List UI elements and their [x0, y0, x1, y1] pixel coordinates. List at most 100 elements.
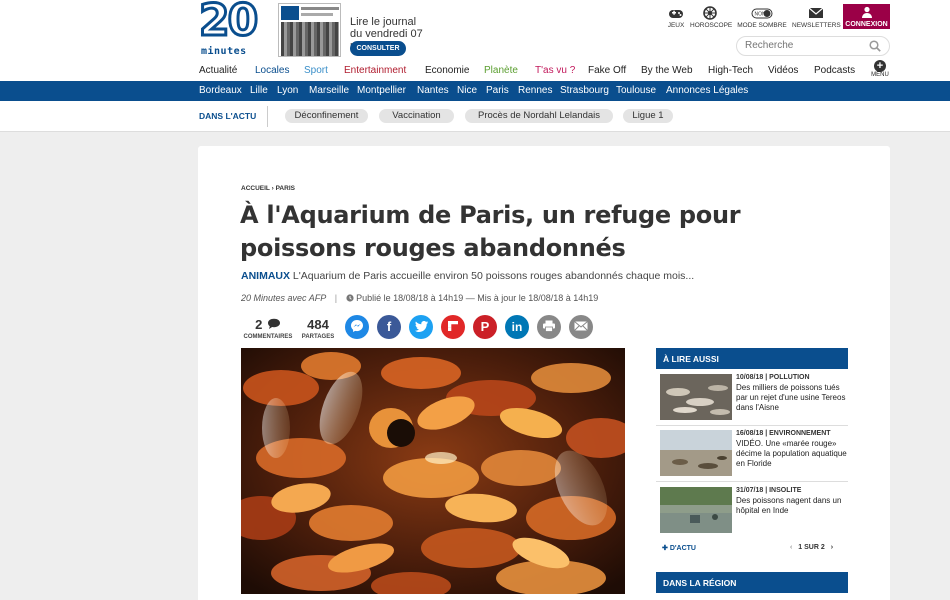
games-label: JEUX: [667, 22, 685, 29]
region-header: DANS LA RÉGION: [656, 572, 848, 593]
read-also-item[interactable]: 16/08/18 | ENVIRONNEMENT VIDÉO. Une «mar…: [658, 428, 848, 478]
read-also-item[interactable]: 10/08/18 | POLLUTION Des milliers de poi…: [658, 372, 848, 422]
comments-count: 2: [255, 317, 263, 332]
breadcrumb-home[interactable]: ACCUEIL: [241, 185, 270, 192]
nav-fake-off[interactable]: Fake Off: [588, 65, 626, 76]
article-author: 20 Minutes avec AFP: [241, 293, 327, 303]
read-also-headline[interactable]: VIDÉO. Une «marée rouge» décime la popul…: [736, 439, 848, 469]
share-linkedin-button[interactable]: in: [505, 315, 529, 339]
city-paris[interactable]: Paris: [486, 85, 509, 96]
shares-label: PARTAGES: [301, 334, 335, 340]
topic-tag[interactable]: Déconfinement: [285, 109, 368, 123]
city-strasbourg[interactable]: Strasbourg: [560, 85, 609, 96]
share-twitter-button[interactable]: [409, 315, 433, 339]
city-nantes[interactable]: Nantes: [417, 85, 449, 96]
twitter-icon: [414, 319, 428, 334]
gamepad-icon: [668, 6, 684, 20]
nav-sport[interactable]: Sport: [304, 65, 328, 76]
print-button[interactable]: [537, 315, 561, 339]
read-also-meta: 16/08/18 | ENVIRONNEMENT: [736, 430, 831, 437]
horoscope-label: HOROSCOPE: [690, 22, 733, 29]
dark-mode-toggle-icon: NON: [751, 6, 773, 20]
chevron-right-icon[interactable]: ›: [831, 544, 833, 551]
city-lille[interactable]: Lille: [250, 85, 268, 96]
newsletters-link[interactable]: NEWSLETTERS: [792, 6, 841, 29]
nav-high-tech[interactable]: High-Tech: [708, 65, 753, 76]
nav-tas-vu[interactable]: T'as vu ?: [535, 65, 575, 76]
article-category[interactable]: ANIMAUX: [241, 270, 290, 282]
dark-mode-toggle[interactable]: NON MODE SOMBRE: [737, 6, 787, 29]
article-byline: 20 Minutes avec AFP | Publié le 18/08/18…: [241, 293, 599, 303]
nav-locales[interactable]: Locales: [255, 65, 289, 76]
read-also-meta: 31/07/18 | INSOLITE: [736, 487, 802, 494]
city-bordeaux[interactable]: Bordeaux: [199, 85, 242, 96]
nav-actualite[interactable]: Actualité: [199, 65, 237, 76]
more-news-link[interactable]: ✚ D'ACTU: [662, 544, 696, 552]
share-flipboard-button[interactable]: [441, 315, 465, 339]
read-also-thumbnail[interactable]: [660, 430, 732, 476]
read-also-headline[interactable]: Des poissons nagent dans un hôpital en I…: [736, 496, 848, 516]
shares-counter: 484 PARTAGES: [301, 316, 335, 340]
logo-number: 20: [197, 0, 259, 47]
horoscope-link[interactable]: HOROSCOPE: [690, 6, 733, 29]
share-pinterest-button[interactable]: P: [473, 315, 497, 339]
email-share-button[interactable]: [569, 315, 593, 339]
share-messenger-button[interactable]: [345, 315, 369, 339]
pinterest-icon: P: [480, 319, 490, 334]
messenger-icon: [350, 319, 364, 334]
divider: [267, 106, 268, 127]
article-lead-text: L'Aquarium de Paris accueille environ 50…: [292, 270, 695, 282]
search-input[interactable]: [745, 40, 865, 51]
nav-podcasts[interactable]: Podcasts: [814, 65, 855, 76]
read-also-headline[interactable]: Des milliers de poissons tués par un rej…: [736, 383, 848, 413]
trending-topics-bar: DANS L'ACTU Déconfinement Vaccination Pr…: [0, 101, 950, 132]
nav-economie[interactable]: Economie: [425, 65, 469, 76]
divider: [656, 481, 848, 482]
chevron-right-icon: ›: [271, 185, 274, 192]
dark-mode-label: MODE SOMBRE: [737, 22, 787, 29]
journal-cover-thumbnail[interactable]: [278, 3, 341, 57]
city-marseille[interactable]: Marseille: [309, 85, 349, 96]
search-icon[interactable]: [869, 39, 881, 52]
comments-counter[interactable]: 2 COMMENTAIRES: [241, 316, 295, 340]
comment-bubble-icon: [267, 316, 281, 333]
city-annonces-legales[interactable]: Annonces Légales: [666, 85, 748, 96]
read-also-item[interactable]: 31/07/18 | INSOLITE Des poissons nagent …: [658, 485, 848, 535]
chevron-left-icon[interactable]: ‹: [790, 544, 792, 551]
login-button[interactable]: CONNEXION: [843, 4, 890, 29]
city-navigation-bar: Bordeaux Lille Lyon Marseille Montpellie…: [0, 81, 950, 101]
clock-icon: [345, 293, 357, 303]
facebook-icon: f: [386, 319, 392, 334]
menu-button[interactable]: + MENU: [870, 60, 890, 78]
share-facebook-button[interactable]: f: [377, 315, 401, 339]
consult-journal-button[interactable]: CONSULTER: [350, 41, 406, 56]
user-icon: [843, 6, 890, 21]
topic-tag[interactable]: Procès de Nordahl Lelandais: [465, 109, 613, 123]
article-dates: Publié le 18/08/18 à 14h19 — Mis à jour …: [356, 293, 599, 303]
city-rennes[interactable]: Rennes: [518, 85, 552, 96]
nav-by-the-web[interactable]: By the Web: [641, 65, 693, 76]
city-nice[interactable]: Nice: [457, 85, 477, 96]
nav-planete[interactable]: Planète: [484, 65, 518, 76]
read-also-thumbnail[interactable]: [660, 374, 732, 420]
plus-icon: +: [874, 60, 886, 72]
city-toulouse[interactable]: Toulouse: [616, 85, 656, 96]
breadcrumb: ACCUEIL › PARIS: [241, 185, 295, 192]
city-lyon[interactable]: Lyon: [277, 85, 298, 96]
search-box[interactable]: [736, 36, 890, 56]
topic-tag[interactable]: Ligue 1: [623, 109, 673, 123]
email-icon: [574, 319, 588, 334]
site-logo[interactable]: 20 minutes: [197, 0, 259, 57]
menu-label: MENU: [871, 72, 889, 78]
nav-entertainment[interactable]: Entertainment: [344, 65, 406, 76]
topic-tag[interactable]: Vaccination: [379, 109, 454, 123]
article-photo-goldfish[interactable]: [241, 348, 625, 594]
read-also-thumbnail[interactable]: [660, 487, 732, 533]
city-montpellier[interactable]: Montpellier: [357, 85, 406, 96]
breadcrumb-section[interactable]: PARIS: [276, 185, 295, 192]
svg-text:NON: NON: [755, 12, 767, 18]
shares-count: 484: [307, 317, 329, 332]
login-label: CONNEXION: [845, 21, 888, 28]
read-also-pager: ‹ 1 SUR 2 ›: [790, 544, 833, 551]
nav-videos[interactable]: Vidéos: [768, 65, 798, 76]
